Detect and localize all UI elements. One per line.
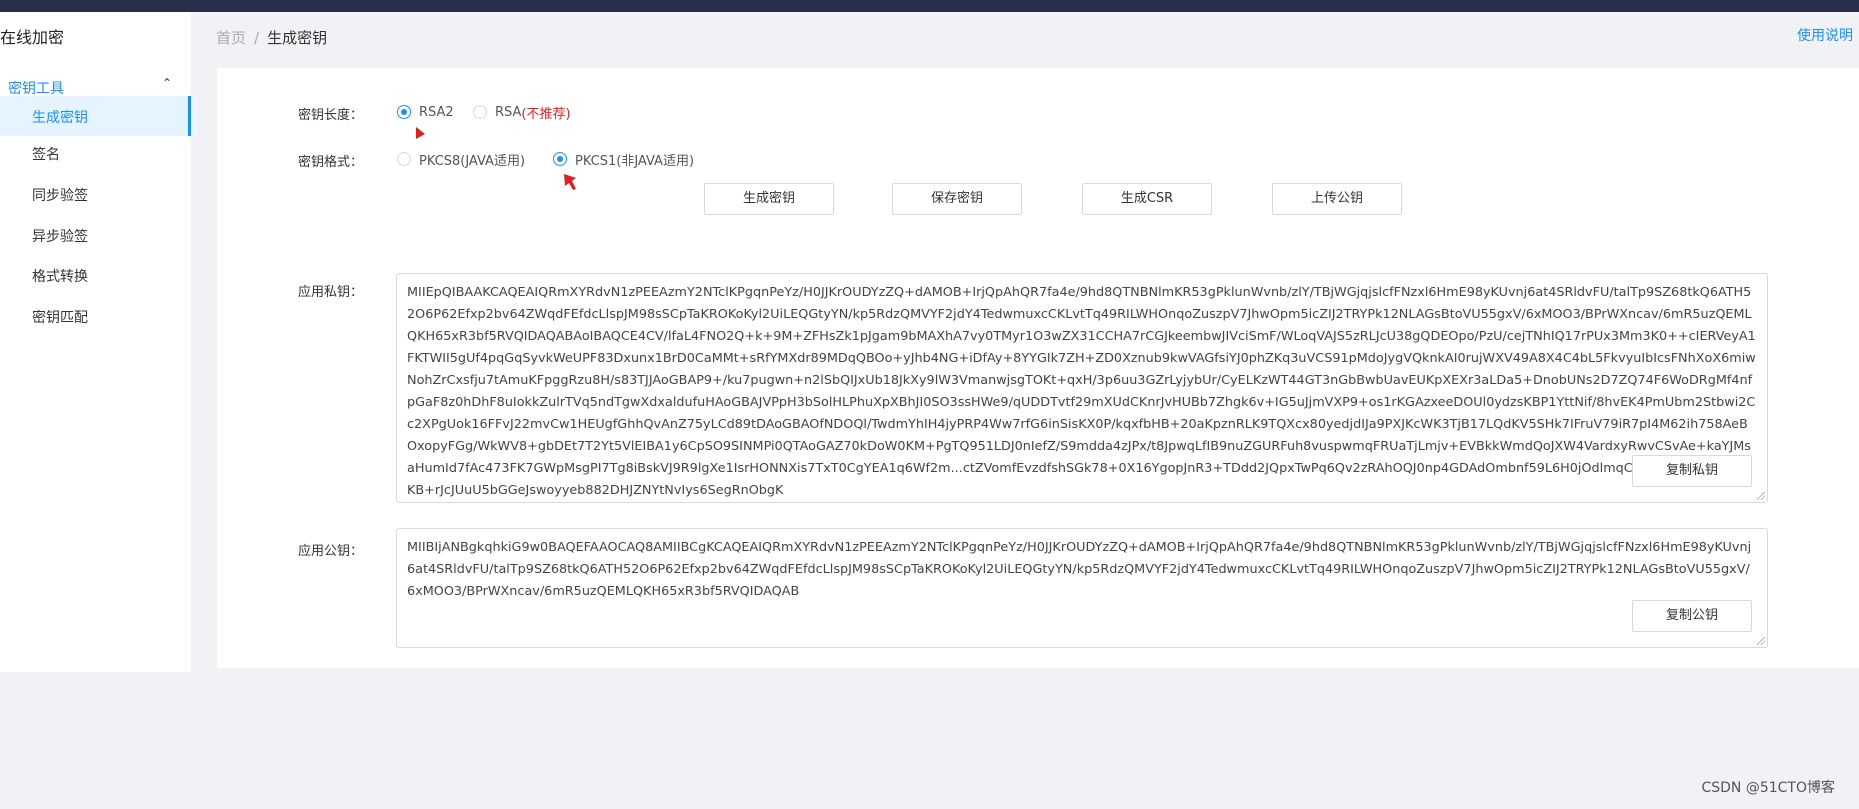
radio-circle <box>397 105 411 119</box>
radio-circle <box>473 105 487 119</box>
sidebar-item-generate-key[interactable]: 生成密钥 <box>0 96 191 136</box>
generate-key-button[interactable]: 生成密钥 <box>704 183 834 215</box>
breadcrumb-separator: / <box>254 29 260 47</box>
radio-rsa-label: RSA <box>495 104 522 120</box>
public-key-value: MIIBIjANBgkqhkiG9w0BAQEFAAOCAQ8AMIIBCgKC… <box>407 540 1752 599</box>
radio-circle <box>553 152 567 166</box>
key-format-label: 密钥格式： <box>298 155 364 170</box>
breadcrumb: 首页 / 生成密钥 <box>216 27 327 48</box>
radio-pkcs8-label: PKCS8(JAVA适用) <box>419 153 526 169</box>
watermark: CSDN @51CTO博客 <box>1701 780 1835 796</box>
sidebar-item-sign[interactable]: 签名 <box>0 133 191 173</box>
generate-csr-button[interactable]: 生成CSR <box>1082 183 1212 215</box>
breadcrumb-current: 生成密钥 <box>267 29 328 47</box>
sidebar-item-format-convert[interactable]: 格式转换 <box>0 255 191 295</box>
radio-pkcs1[interactable]: PKCS1(非JAVA适用) <box>553 149 694 169</box>
radio-rsa-warning: (不推荐) <box>521 106 571 122</box>
radio-pkcs1-label: PKCS1(非JAVA适用) <box>575 153 695 169</box>
radio-rsa2-label: RSA2 <box>419 104 454 120</box>
private-key-textarea[interactable]: MIIEpQIBAAKCAQEAIQRmXYRdvN1zPEEAzmY2NTcl… <box>396 273 1768 503</box>
sidebar-item-sync-verify[interactable]: 同步验签 <box>0 174 191 214</box>
radio-rsa2[interactable]: RSA2 <box>397 102 454 122</box>
annotation-arrow-icon <box>564 174 576 190</box>
private-key-label: 应用私钥： <box>298 285 364 300</box>
sidebar-group-label: 密钥工具 <box>8 81 64 97</box>
public-key-textarea[interactable]: MIIBIjANBgkqhkiG9w0BAQEFAAOCAQ8AMIIBCgKC… <box>396 528 1768 648</box>
app-title: 在线加密 <box>0 28 65 47</box>
save-key-button[interactable]: 保存密钥 <box>892 183 1022 215</box>
private-key-value: MIIEpQIBAAKCAQEAIQRmXYRdvN1zPEEAzmY2NTcl… <box>407 285 1756 498</box>
radio-pkcs8[interactable]: PKCS8(JAVA适用) <box>397 149 525 169</box>
sidebar-item-key-match[interactable]: 密钥匹配 <box>0 296 191 336</box>
copy-public-key-button[interactable]: 复制公钥 <box>1632 600 1752 632</box>
sidebar-item-async-verify[interactable]: 异步验签 <box>0 215 191 255</box>
radio-rsa[interactable]: RSA (不推荐) <box>473 102 571 122</box>
copy-private-key-button[interactable]: 复制私钥 <box>1632 455 1752 487</box>
resize-handle-icon[interactable] <box>1757 637 1765 645</box>
public-key-label: 应用公钥： <box>298 544 364 559</box>
breadcrumb-home[interactable]: 首页 <box>216 29 246 47</box>
chevron-up-icon: ⌃ <box>162 76 173 90</box>
upload-public-key-button[interactable]: 上传公钥 <box>1272 183 1402 215</box>
annotation-arrow-icon <box>416 127 425 139</box>
radio-circle <box>397 152 411 166</box>
key-length-label: 密钥长度： <box>298 108 364 123</box>
resize-handle-icon[interactable] <box>1757 492 1765 500</box>
top-bar <box>0 0 1859 12</box>
help-link[interactable]: 使用说明 <box>1797 25 1853 45</box>
